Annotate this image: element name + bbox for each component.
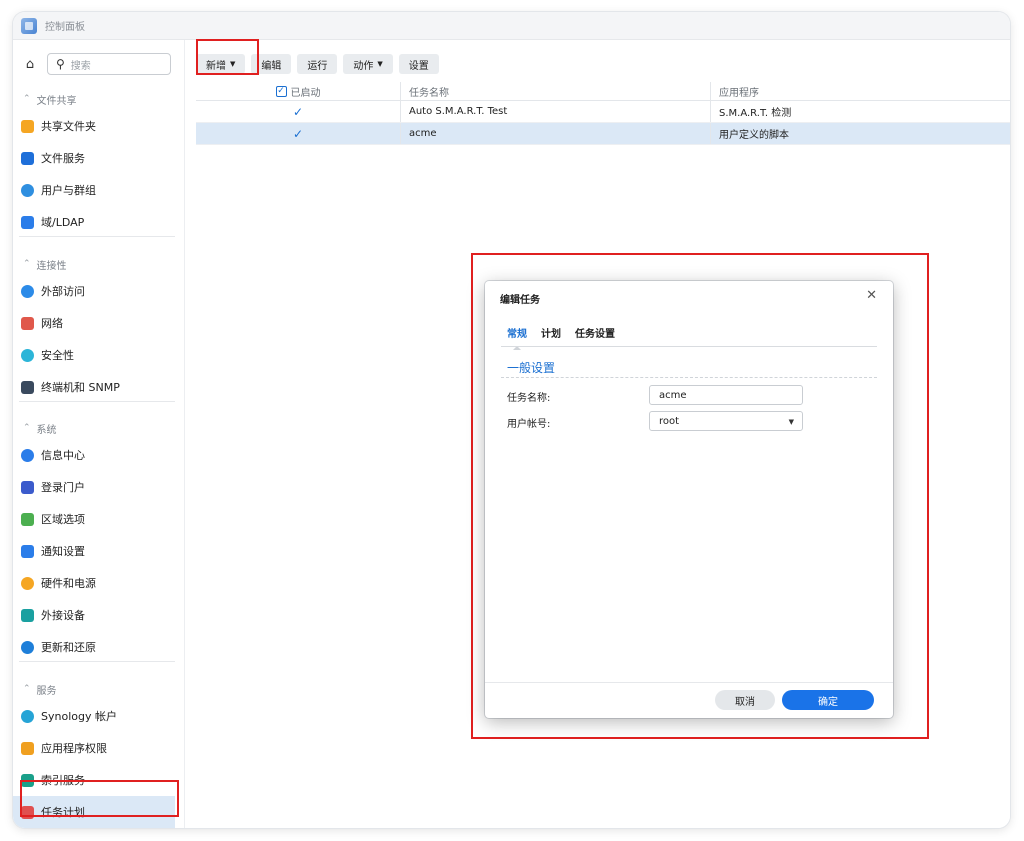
table-row[interactable]: ✓ acme 用户定义的脚本 xyxy=(196,123,1010,145)
sidebar-group-system: ⌃ 系统 信息中心 登录门户 区域选项 通知设置 硬件和电源 外接设备 更新和还… xyxy=(13,417,175,663)
highlight-create-button xyxy=(196,39,259,75)
footer-divider xyxy=(485,682,893,683)
settings-button[interactable]: 设置 xyxy=(398,54,439,74)
sidebar-item-users-groups[interactable]: 用户与群组 xyxy=(13,174,175,206)
folder-icon xyxy=(21,119,34,133)
search-input[interactable]: ⚲ 搜索 xyxy=(47,53,171,75)
task-name-value: acme xyxy=(659,389,687,401)
task-name-cell: Auto S.M.A.R.T. Test xyxy=(401,101,711,122)
sidebar-divider xyxy=(19,661,175,662)
action-button[interactable]: 动作 ▼ xyxy=(343,54,393,74)
tab-general[interactable]: 常规 xyxy=(507,325,527,350)
user-account-value: root xyxy=(659,415,680,427)
notification-icon xyxy=(21,544,34,558)
sidebar-item-login-portal[interactable]: 登录门户 xyxy=(13,471,175,503)
ok-button[interactable]: 确定 xyxy=(782,690,874,710)
run-button[interactable]: 运行 xyxy=(297,54,338,74)
task-table: ✓ 已启动 任务名称 应用程序 ✓ Auto S.M.A.R.T. Test S… xyxy=(196,82,1010,145)
tab-task-settings[interactable]: 任务设置 xyxy=(575,325,615,348)
application-cell: 用户定义的脚本 xyxy=(719,130,789,141)
domain-icon xyxy=(21,215,34,229)
check-icon[interactable]: ✓ xyxy=(293,105,303,119)
tab-divider xyxy=(501,346,877,347)
task-name-label: 任务名称: xyxy=(507,393,551,404)
sidebar-group-connectivity: ⌃ 连接性 外部访问 网络 安全性 终端机和 SNMP xyxy=(13,253,175,403)
lock-icon xyxy=(21,741,34,755)
external-device-icon xyxy=(21,608,34,622)
regional-options-icon xyxy=(21,512,34,526)
column-header-application[interactable]: 应用程序 xyxy=(711,82,1010,100)
lightbulb-icon xyxy=(21,576,34,590)
chevron-up-icon: ⌃ xyxy=(23,423,31,433)
column-header-enabled[interactable]: ✓ 已启动 xyxy=(196,82,401,100)
home-icon[interactable]: ⌂ xyxy=(19,53,41,75)
sidebar-group-header[interactable]: ⌃ 系统 xyxy=(13,417,175,439)
login-portal-icon xyxy=(21,480,34,494)
checkbox-icon[interactable]: ✓ xyxy=(275,85,287,97)
shield-icon xyxy=(21,348,34,362)
user-account-select[interactable]: root ▼ xyxy=(649,411,803,431)
sidebar-item-external-access[interactable]: 外部访问 xyxy=(13,275,175,307)
window-title: 控制面板 xyxy=(45,22,85,33)
sidebar-divider xyxy=(19,401,175,402)
edit-task-dialog: 编辑任务 ✕ 常规 计划 任务设置 一般设置 任务名称: acme 用户帐号: … xyxy=(485,281,893,718)
control-panel-icon xyxy=(21,17,37,34)
users-icon xyxy=(21,183,34,197)
sidebar-divider xyxy=(19,236,175,237)
sidebar-item-file-services[interactable]: 文件服务 xyxy=(13,142,175,174)
close-icon[interactable]: ✕ xyxy=(866,288,877,303)
table-row[interactable]: ✓ Auto S.M.A.R.T. Test S.M.A.R.T. 检测 xyxy=(196,101,1010,123)
caret-down-icon: ▼ xyxy=(788,418,794,426)
dialog-tabs: 常规 计划 任务设置 xyxy=(507,325,615,350)
sidebar-item-app-privileges[interactable]: 应用程序权限 xyxy=(13,732,175,764)
sidebar-item-terminal-snmp[interactable]: 终端机和 SNMP xyxy=(13,371,175,403)
task-name-cell: acme xyxy=(401,123,711,144)
sidebar: ⌂ ⚲ 搜索 ⌃ 文件共享 共享文件夹 文件服务 用户与群组 域/LDAP ⌃ … xyxy=(13,40,185,828)
chevron-up-icon: ⌃ xyxy=(23,684,31,694)
sidebar-item-update-restore[interactable]: 更新和还原 xyxy=(13,631,175,663)
info-icon xyxy=(21,448,34,462)
sidebar-item-shared-folder[interactable]: 共享文件夹 xyxy=(13,110,175,142)
application-cell: S.M.A.R.T. 检测 xyxy=(719,108,792,119)
section-divider xyxy=(501,377,877,378)
table-header: ✓ 已启动 任务名称 应用程序 xyxy=(196,82,1010,101)
sidebar-item-external-devices[interactable]: 外接设备 xyxy=(13,599,175,631)
sidebar-item-domain-ldap[interactable]: 域/LDAP xyxy=(13,206,175,238)
sidebar-group-file-sharing: ⌃ 文件共享 共享文件夹 文件服务 用户与群组 域/LDAP xyxy=(13,88,175,238)
search-placeholder: 搜索 xyxy=(70,60,91,72)
network-house-icon xyxy=(21,316,34,330)
cancel-button[interactable]: 取消 xyxy=(715,690,775,710)
check-icon[interactable]: ✓ xyxy=(293,127,303,141)
synology-account-icon xyxy=(21,709,34,723)
sidebar-search-row: ⌂ ⚲ 搜索 xyxy=(19,53,171,75)
column-header-task-name[interactable]: 任务名称 xyxy=(401,82,711,100)
sidebar-item-security[interactable]: 安全性 xyxy=(13,339,175,371)
sidebar-group-header[interactable]: ⌃ 服务 xyxy=(13,678,175,700)
terminal-icon xyxy=(21,380,34,394)
sidebar-group-header[interactable]: ⌃ 文件共享 xyxy=(13,88,175,110)
chevron-up-icon: ⌃ xyxy=(23,259,31,269)
external-access-icon xyxy=(21,284,34,298)
title-bar: 控制面板 xyxy=(13,12,1010,40)
refresh-icon xyxy=(21,640,34,654)
sidebar-item-info-center[interactable]: 信息中心 xyxy=(13,439,175,471)
task-name-input[interactable]: acme xyxy=(649,385,803,405)
highlight-task-scheduler xyxy=(20,780,179,817)
caret-down-icon: ▼ xyxy=(377,60,383,68)
sidebar-item-hardware-power[interactable]: 硬件和电源 xyxy=(13,567,175,599)
sidebar-group-header[interactable]: ⌃ 连接性 xyxy=(13,253,175,275)
sidebar-item-network[interactable]: 网络 xyxy=(13,307,175,339)
chevron-up-icon: ⌃ xyxy=(23,94,31,104)
sidebar-item-synology-account[interactable]: Synology 帐户 xyxy=(13,700,175,732)
section-title: 一般设置 xyxy=(507,361,556,375)
search-icon: ⚲ xyxy=(56,57,65,71)
user-account-label: 用户帐号: xyxy=(507,419,551,430)
file-services-icon xyxy=(21,151,34,165)
tab-schedule[interactable]: 计划 xyxy=(541,325,561,348)
sidebar-item-notification[interactable]: 通知设置 xyxy=(13,535,175,567)
dialog-title: 编辑任务 xyxy=(500,295,540,306)
sidebar-item-regional-options[interactable]: 区域选项 xyxy=(13,503,175,535)
